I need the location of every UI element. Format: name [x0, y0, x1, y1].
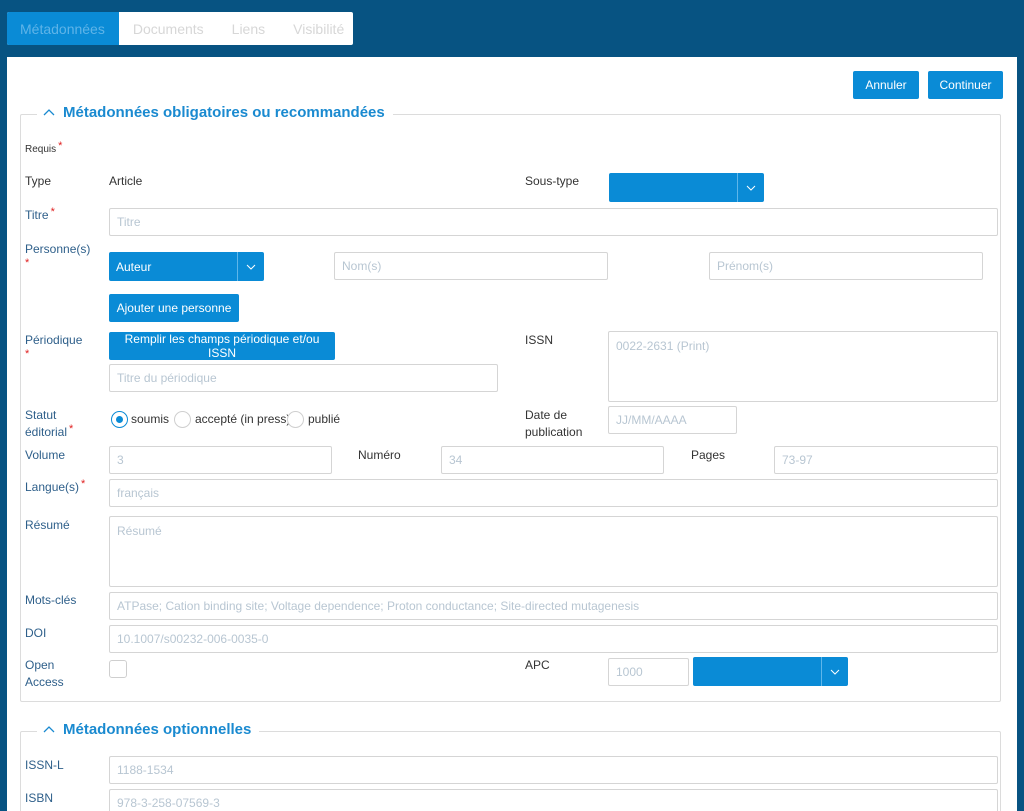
chevron-down-icon	[737, 173, 764, 202]
status-label-published: publié	[308, 412, 341, 426]
language-input[interactable]	[109, 479, 998, 507]
issn-label: ISSN	[525, 333, 554, 347]
person-role-value: Auteur	[116, 259, 152, 274]
person-role-select[interactable]: Auteur	[109, 252, 264, 281]
doi-input[interactable]	[109, 625, 998, 653]
open-access-checkbox[interactable]	[109, 660, 127, 678]
tab-bar: Métadonnées Documents Liens Visibilité	[7, 12, 353, 45]
keywords-label: Mots-clés	[25, 593, 77, 607]
section-title-required: Métadonnées obligatoires ou recommandées	[63, 104, 385, 121]
chevron-down-icon	[237, 252, 264, 281]
continue-button[interactable]: Continuer	[928, 71, 1003, 99]
apc-amount-input[interactable]	[608, 658, 689, 686]
chevron-up-icon	[43, 108, 55, 115]
abstract-label: Résumé	[25, 518, 70, 532]
issnl-label: ISSN-L	[25, 758, 64, 772]
chevron-up-icon	[43, 725, 55, 732]
section-header-required[interactable]: Métadonnées obligatoires ou recommandées	[37, 104, 393, 121]
persons-label: Personne(s) *	[25, 242, 91, 269]
required-legend: Requis *	[25, 140, 63, 155]
fill-periodical-button[interactable]: Remplir les champs périodique et/ou ISSN	[109, 332, 335, 360]
status-radio-submitted[interactable]	[111, 411, 128, 428]
keywords-input[interactable]	[109, 592, 998, 620]
isbn-input[interactable]	[109, 789, 998, 811]
subtype-select[interactable]	[609, 173, 764, 202]
type-label: Type	[25, 174, 52, 188]
periodical-title-input[interactable]	[109, 364, 498, 392]
tab-metadonnees[interactable]: Métadonnées	[7, 12, 119, 45]
number-input[interactable]	[441, 446, 664, 474]
lastname-input[interactable]	[334, 252, 608, 280]
apc-label: APC	[525, 658, 550, 672]
chevron-down-icon	[821, 657, 848, 686]
language-label: Langue(s) *	[25, 478, 86, 494]
status-radio-accepted[interactable]	[174, 411, 191, 428]
editorial-status-label: Statut éditorial *	[25, 408, 74, 439]
cancel-button[interactable]: Annuler	[853, 71, 919, 99]
status-label-accepted: accepté (in press)	[195, 412, 291, 426]
section-header-optional[interactable]: Métadonnées optionnelles	[37, 721, 260, 738]
firstname-input[interactable]	[709, 252, 983, 280]
title-input[interactable]	[109, 208, 998, 236]
add-person-button[interactable]: Ajouter une personne	[109, 294, 239, 322]
status-radio-published[interactable]	[287, 411, 304, 428]
tab-liens[interactable]: Liens	[218, 12, 279, 45]
apc-currency-select[interactable]	[693, 657, 848, 686]
subtype-label: Sous-type	[525, 174, 580, 188]
isbn-label: ISBN	[25, 791, 54, 805]
issnl-input[interactable]	[109, 756, 998, 784]
pubdate-label: Date de publication	[525, 408, 583, 439]
periodical-label: Périodique *	[25, 333, 83, 360]
volume-label: Volume	[25, 448, 66, 462]
pages-input[interactable]	[774, 446, 998, 474]
status-label-submitted: soumis	[131, 412, 170, 426]
title-label: Titre *	[25, 206, 55, 222]
issn-input[interactable]	[608, 331, 998, 402]
pubdate-input[interactable]	[608, 406, 737, 434]
pages-label: Pages	[691, 448, 726, 462]
type-value: Article	[109, 174, 143, 188]
open-access-label: Open Access	[25, 658, 64, 689]
main-panel: Annuler Continuer Métadonnées obligatoir…	[7, 57, 1017, 811]
number-label: Numéro	[358, 448, 401, 462]
tab-documents[interactable]: Documents	[119, 12, 218, 45]
doi-label: DOI	[25, 626, 47, 640]
volume-input[interactable]	[109, 446, 332, 474]
section-title-optional: Métadonnées optionnelles	[63, 721, 252, 738]
abstract-input[interactable]	[109, 516, 998, 587]
tab-visibilite[interactable]: Visibilité	[279, 12, 358, 45]
